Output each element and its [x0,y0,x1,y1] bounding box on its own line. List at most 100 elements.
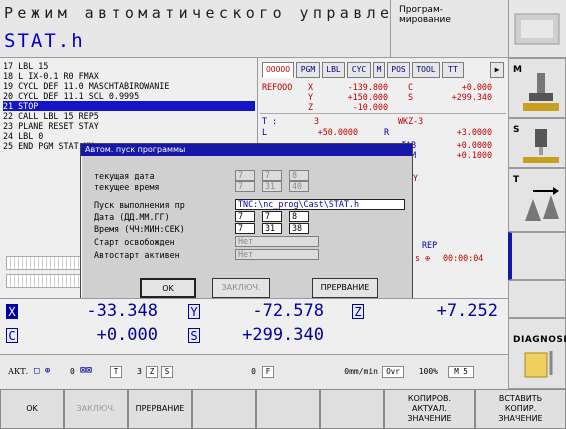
dr-tab-value: +0.0000 [456,140,492,150]
softkey-empty-6[interactable] [320,389,384,429]
sidebar-key-diagnosis[interactable]: DIAGNOSIS [508,318,566,389]
dialog-title: Автом. пуск программы [81,144,412,156]
current-time-min: 31 [262,181,282,192]
program-line[interactable]: 24 LBL 0 [3,131,255,141]
info-row: АКТ. □ ⊕ 0 ⊠⊠ T 3 Z S 0 F 0mm/min Ovr 10… [0,354,508,389]
path-input[interactable]: TNC:\nc_prog\Cast\STAT.h [235,199,405,210]
tool-t-label: T [110,366,122,378]
tool-radius-label: R [384,127,390,137]
softkey-ok[interactable]: OK [0,389,64,429]
tab-tool[interactable]: TOOL [412,62,440,78]
status-value-x: -139.800 [347,82,388,92]
softkey-close[interactable]: ЗАКЛЮЧ. [64,389,128,429]
tool-label: T : [262,116,278,126]
divider [260,113,506,114]
rep-label: REP [422,240,438,250]
axis-y-label[interactable]: Y [188,304,200,319]
axis-z-value: +7.252 [436,301,498,321]
softkey-paste-copied[interactable]: ВСТАВИТЬ КОПИР. ЗНАЧЕНИЕ [475,389,566,429]
time-min-input[interactable]: 31 [262,223,282,234]
axis-s-value: +299.340 [242,325,324,345]
spindle-s-label: S [161,366,173,378]
status-value-z: -10.000 [352,102,388,112]
sidebar-key-blank[interactable] [508,280,566,318]
tool-radius-value: +3.0000 [456,127,492,137]
axis-s-label[interactable]: S [188,328,200,343]
current-date-day: 7 [235,170,255,181]
date-year-input[interactable]: 8 [289,211,309,222]
run-time: 00:00:04 [443,253,484,263]
softkey-cancel[interactable]: ПРЕРВАНИЕ [128,389,192,429]
secondary-mode[interactable]: Програм- мирование [390,0,508,58]
program-line[interactable]: 17 LBL 15 [3,61,255,71]
m-function: M 5 [448,366,474,378]
program-line[interactable]: 23 PLANE RESET STAY [3,121,255,131]
datum-zero: 0 [70,367,75,376]
tab-pgm[interactable]: PGM [296,62,320,78]
program-line[interactable]: 22 CALL LBL 15 REP5 [3,111,255,121]
auto-start-dialog: Автом. пуск программы текущая дата 7 7 8… [80,143,413,300]
program-line[interactable]: 19 CYCL DEF 11.0 MASCHTABIROWANIE [3,81,255,91]
autostart-label: Автостарт активен [94,250,180,260]
start-released-label: Старт освобожден [94,237,175,247]
status-value-s: +299.340 [451,92,492,102]
date-month-input[interactable]: 7 [262,211,282,222]
time-hour-input[interactable]: 7 [235,223,255,234]
diagnosis-icon [524,351,553,378]
dialog-cancel-button[interactable]: ПРЕРВАНИЕ [312,278,378,298]
program-line-selected[interactable]: 21 STOP [3,101,255,111]
axis-z-indicator: Z [146,366,158,378]
current-time-label: текущее время [94,182,160,192]
axis-c-label[interactable]: C [6,328,18,343]
program-line[interactable]: 20 CYCL DEF 11.1 SCL 0.9995 [3,91,255,101]
dialog-close-button[interactable]: ЗАКЛЮЧ. [212,278,270,298]
status-axis-x: X [308,82,314,92]
tab-lbl[interactable]: LBL [322,62,345,78]
tool-t-value: 3 [137,367,142,376]
current-time-hour: 7 [235,181,255,192]
status-y-label: Y [413,173,419,183]
tab-pos[interactable]: POS [387,62,410,78]
datum-icon: □ ⊕ [34,366,51,376]
heidenhain-logo [508,0,566,58]
program-line[interactable]: 18 L IX-0.1 R0 FMAX [3,71,255,81]
tab-m[interactable]: M [373,62,385,78]
logo-icon [514,13,560,45]
date-label: Дата (ДД.ММ.ГГ) [94,212,170,222]
dialog-ok-button[interactable]: OK [140,278,196,298]
override-value: 100% [418,367,438,376]
path-label: Пуск выполнения пр [94,200,185,210]
sidebar-key-m[interactable]: M [508,58,566,118]
header: Режим автоматического управления STAT.h [0,0,429,58]
tool-length-value: +50.0000 [317,127,358,137]
tab-cyc[interactable]: CYC [347,62,371,78]
tab-scroll-right-icon[interactable]: ▶ [490,62,504,78]
status-value-y: +150.000 [347,92,388,102]
mode-title: Режим автоматического управления [4,4,434,22]
current-date-year: 8 [289,170,309,181]
feed-value: 0mm/min [344,367,378,376]
sidebar-key-t[interactable]: T [508,168,566,232]
time-sec-input[interactable]: 38 [289,223,309,234]
tool-change-icon [525,187,559,221]
sidebar-key-empty[interactable] [508,232,566,280]
tab-overview[interactable]: ООООО [262,62,294,78]
ref-label: REFООО [262,82,293,92]
axis-z-label[interactable]: Z [352,304,364,319]
status-axis-z: Z [308,102,314,112]
axis-x-label[interactable]: X [6,304,18,319]
sidebar-key-s[interactable]: S [508,118,566,168]
status-axis-s: S [408,92,414,102]
current-date-month: 7 [262,170,282,181]
softkey-empty-4[interactable] [192,389,256,429]
time-label: Время (ЧЧ:МИН:СЕК) [94,224,185,234]
spindle-s-value: 0 [251,367,256,376]
softkey-empty-5[interactable] [256,389,320,429]
status-axis-y: Y [308,92,314,102]
tool-number: 3 [314,116,320,126]
date-day-input[interactable]: 7 [235,211,255,222]
tab-tt[interactable]: TT [442,62,464,78]
tool-length-label: L [262,127,268,137]
program-file-name: STAT.h [4,30,85,52]
softkey-copy-actual[interactable]: КОПИРОВ. АКТУАЛ. ЗНАЧЕНИЕ [384,389,475,429]
